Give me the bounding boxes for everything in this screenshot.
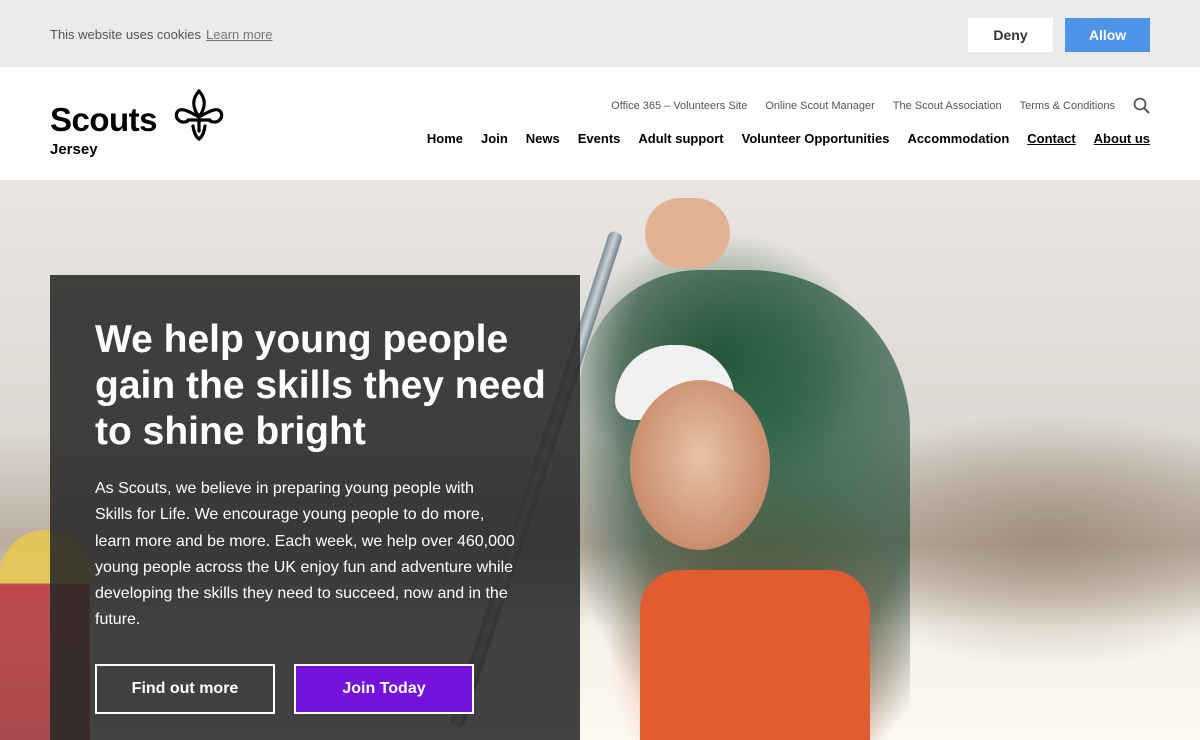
find-out-more-button[interactable]: Find out more (95, 664, 275, 714)
nav-join[interactable]: Join (481, 131, 508, 146)
fleur-de-lis-icon (174, 89, 224, 141)
hero-photo-life-vest (640, 570, 870, 740)
nav-volunteer-opportunities[interactable]: Volunteer Opportunities (742, 131, 890, 146)
search-icon[interactable] (1133, 97, 1150, 114)
join-today-button[interactable]: Join Today (294, 664, 474, 714)
nav-home[interactable]: Home (427, 131, 463, 146)
util-link-scout-association[interactable]: The Scout Association (893, 100, 1002, 112)
nav-adult-support[interactable]: Adult support (638, 131, 723, 146)
util-link-office365[interactable]: Office 365 – Volunteers Site (611, 100, 747, 112)
cookie-learn-more-link[interactable]: Learn more (206, 27, 272, 42)
hero-photo-hand (645, 198, 730, 268)
nav-accommodation[interactable]: Accommodation (907, 131, 1009, 146)
nav-events[interactable]: Events (578, 131, 621, 146)
hero-photo-face (630, 380, 770, 550)
cookie-banner: This website uses cookies Learn more Deny… (0, 0, 1200, 67)
logo-wordmark: Scouts (50, 101, 158, 138)
cookie-message-text: This website uses cookies (50, 27, 202, 42)
cookie-deny-button[interactable]: Deny (968, 18, 1053, 52)
utility-nav: Office 365 – Volunteers Site Online Scou… (593, 97, 1150, 114)
cookie-message: This website uses cookies Learn more (50, 27, 273, 42)
logo-subtitle: Jersey (50, 141, 98, 158)
main-nav: Home Join News Events Adult support Volu… (409, 131, 1150, 146)
util-link-terms[interactable]: Terms & Conditions (1020, 100, 1115, 112)
cookie-allow-button[interactable]: Allow (1065, 18, 1150, 52)
hero-section: We help young people gain the skills the… (0, 180, 1200, 740)
nav-contact[interactable]: Contact (1027, 131, 1075, 146)
site-logo[interactable]: Scouts Jersey (50, 89, 230, 159)
hero-text-panel: We help young people gain the skills the… (50, 275, 580, 740)
hero-title: We help young people gain the skills the… (95, 318, 546, 453)
nav-about-us[interactable]: About us (1094, 131, 1150, 146)
hero-body: As Scouts, we believe in preparing young… (95, 480, 515, 629)
util-link-online-scout-manager[interactable]: Online Scout Manager (765, 100, 874, 112)
site-header: Scouts Jersey Office 365 – Volunteers Si… (0, 67, 1200, 180)
nav-news[interactable]: News (526, 131, 560, 146)
